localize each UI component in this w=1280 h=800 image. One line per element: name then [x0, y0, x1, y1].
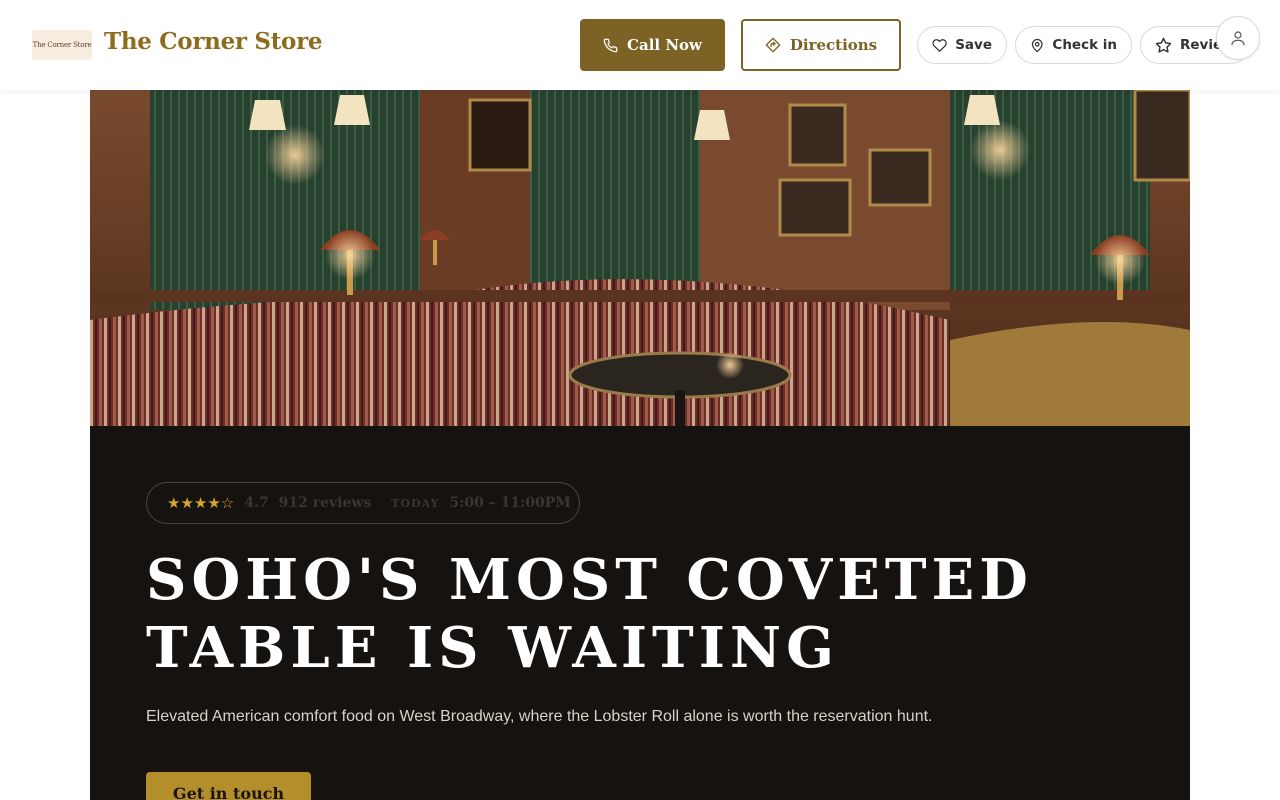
- hero-subheadline: Elevated American comfort food on West B…: [146, 708, 933, 725]
- directions-icon: [765, 37, 781, 53]
- account-button[interactable]: [1216, 16, 1260, 60]
- get-in-touch-button[interactable]: Get in touch: [146, 772, 311, 800]
- today-label: Today: [391, 496, 440, 510]
- rating-hours-pill: ★★★★☆ 4.7 912 reviews Today 5:00 – 11:00…: [146, 482, 580, 524]
- check-in-button[interactable]: Check in: [1015, 26, 1132, 64]
- save-button[interactable]: Save: [917, 26, 1007, 64]
- logo[interactable]: The Corner Store: [32, 30, 92, 60]
- directions-label: Directions: [789, 36, 878, 54]
- rating-value: 4.7: [244, 495, 269, 511]
- logo-text: The Corner Store: [32, 41, 92, 49]
- save-label: Save: [955, 37, 992, 53]
- hero-image: [90, 90, 1190, 426]
- call-now-label: Call Now: [627, 36, 702, 54]
- review-count[interactable]: 912 reviews: [279, 495, 372, 511]
- get-in-touch-label: Get in touch: [172, 784, 285, 800]
- hero-headline: Soho's most coveted table is waiting: [146, 546, 1146, 682]
- directions-button[interactable]: Directions: [741, 19, 901, 71]
- heart-icon: [932, 38, 947, 52]
- phone-icon: [603, 38, 618, 52]
- call-now-button[interactable]: Call Now: [580, 19, 725, 71]
- brand-name[interactable]: The Corner Store: [104, 28, 323, 55]
- star-icon: [1155, 37, 1172, 53]
- opening-hours: 5:00 – 11:00PM: [449, 495, 571, 511]
- headline-line-1: Soho's most coveted: [146, 547, 1033, 613]
- check-in-label: Check in: [1052, 37, 1117, 53]
- rating-stars: ★★★★☆: [167, 494, 235, 512]
- hero-section: ★★★★☆ 4.7 912 reviews Today 5:00 – 11:00…: [90, 426, 1190, 800]
- user-icon: [1231, 31, 1245, 46]
- headline-line-2: table is waiting: [146, 615, 839, 681]
- site-header: The Corner Store The Corner Store Call N…: [0, 0, 1280, 90]
- map-pin-icon: [1031, 38, 1043, 52]
